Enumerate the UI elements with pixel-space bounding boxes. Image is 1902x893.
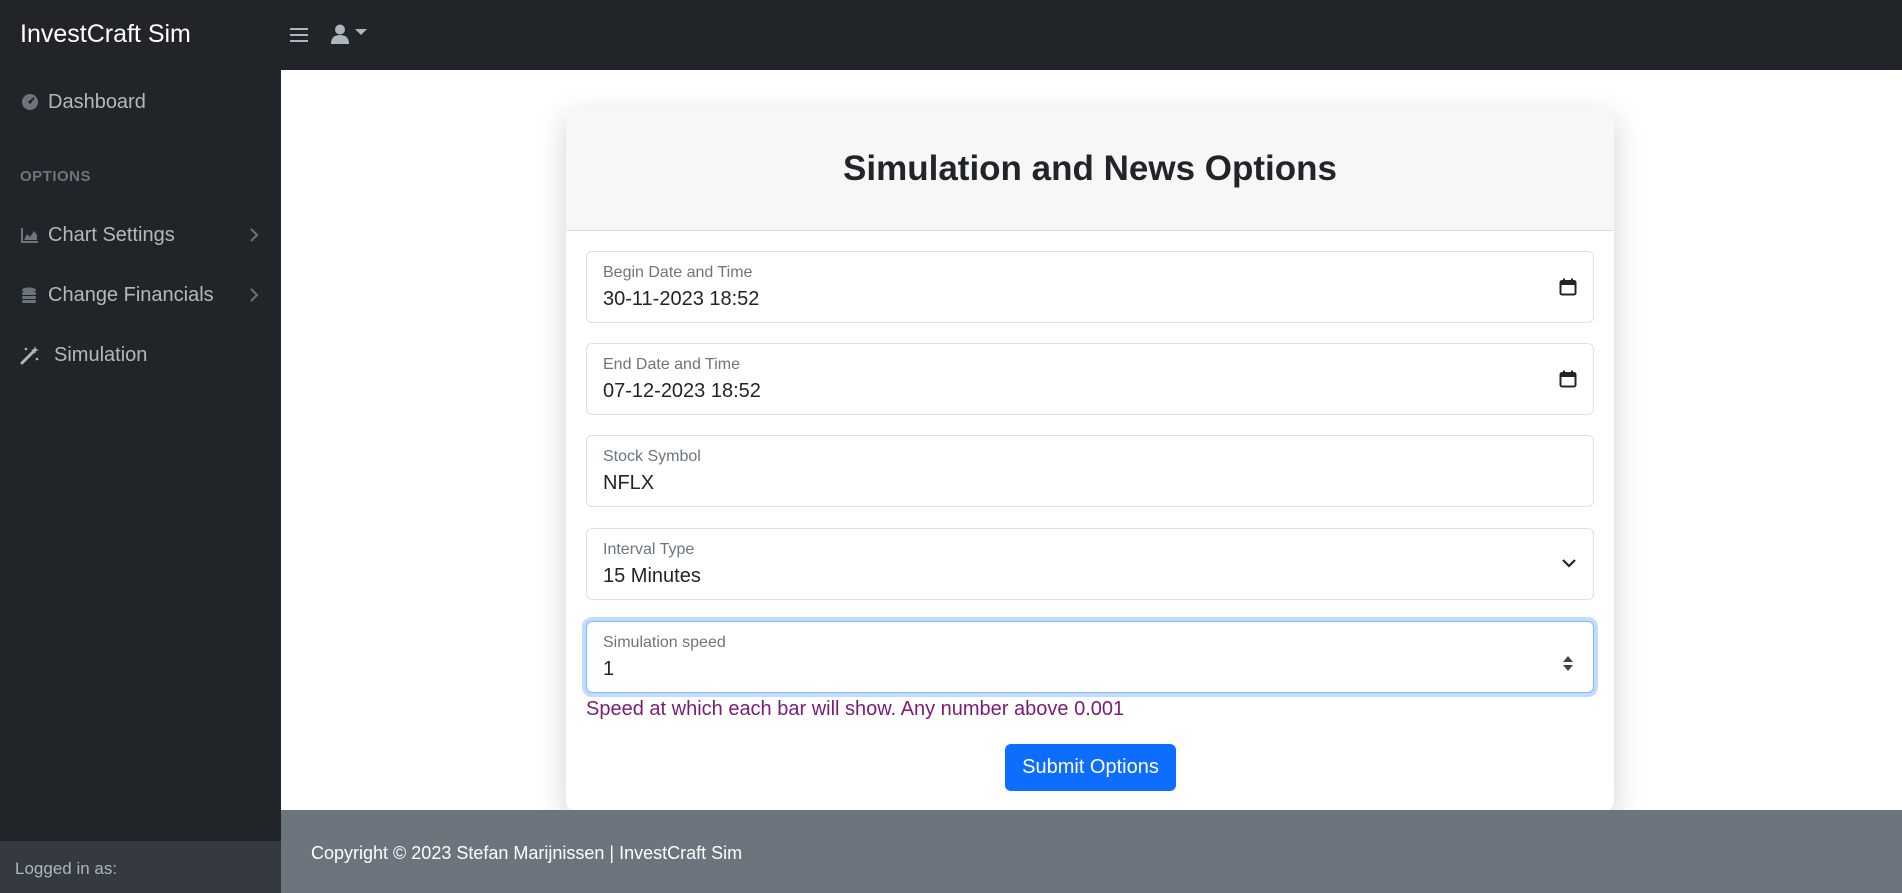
stock-symbol-field[interactable]: Stock Symbol NFLX [586, 435, 1594, 507]
card-header: Simulation and News Options [566, 108, 1614, 231]
dashboard-gauge-icon [20, 92, 40, 112]
sidebar-item-label: Dashboard [48, 90, 146, 113]
spinner-icon[interactable] [1563, 656, 1575, 671]
sidebar-toggle-button[interactable] [290, 24, 308, 44]
end-datetime-field[interactable]: End Date and Time 07-12-2023 18:52 [586, 343, 1594, 415]
copyright-text: Copyright © 2023 Stefan Marijnissen | In… [311, 843, 743, 863]
area-chart-icon [20, 225, 40, 245]
interval-type-select[interactable]: Interval Type 15 Minutes [586, 528, 1594, 600]
sidebar: Dashboard OPTIONS Chart Settings Change … [0, 70, 281, 893]
sidebar-item-label: Chart Settings [48, 223, 175, 246]
field-value[interactable]: 15 Minutes [603, 565, 1503, 588]
submit-options-button[interactable]: Submit Options [1005, 744, 1176, 791]
sidebar-item-label: Simulation [54, 343, 148, 366]
sidebar-item-simulation[interactable]: Simulation [0, 333, 281, 377]
simulation-speed-field[interactable]: Simulation speed 1 [586, 621, 1594, 693]
field-value[interactable]: NFLX [603, 472, 1503, 495]
user-menu-dropdown[interactable] [331, 24, 367, 44]
chevron-down-icon[interactable] [1561, 557, 1577, 569]
field-label: Stock Symbol [603, 448, 701, 465]
field-value[interactable]: 07-12-2023 18:52 [603, 380, 1503, 403]
user-icon [331, 24, 349, 44]
logged-in-status: Logged in as: [0, 841, 281, 893]
begin-datetime-field[interactable]: Begin Date and Time 30-11-2023 18:52 [586, 251, 1594, 323]
coins-icon [20, 285, 40, 305]
sidebar-section-heading: OPTIONS [20, 168, 92, 185]
field-value[interactable]: 30-11-2023 18:52 [603, 288, 1503, 311]
decrement-icon[interactable] [1563, 665, 1573, 671]
page-scrollbar[interactable] [1898, 70, 1902, 810]
calendar-icon[interactable] [1559, 278, 1577, 296]
sidebar-item-change-financials[interactable]: Change Financials [0, 273, 281, 317]
sidebar-item-dashboard[interactable]: Dashboard [0, 80, 281, 124]
sidebar-item-chart-settings[interactable]: Chart Settings [0, 213, 281, 257]
page-title: Simulation and News Options [843, 149, 1337, 188]
caret-down-icon [355, 29, 367, 35]
increment-icon[interactable] [1563, 656, 1573, 662]
field-value[interactable]: 1 [603, 658, 1503, 681]
field-label: Simulation speed [603, 634, 726, 651]
calendar-icon[interactable] [1559, 370, 1577, 388]
hamburger-icon [290, 28, 308, 30]
chevron-right-icon [250, 228, 259, 242]
sidebar-item-label: Change Financials [48, 283, 214, 306]
app-brand[interactable]: InvestCraft Sim [20, 20, 191, 49]
chevron-right-icon [250, 288, 259, 302]
field-label: Interval Type [603, 541, 695, 558]
speed-help-text: Speed at which each bar will show. Any n… [586, 698, 1125, 720]
top-navbar: InvestCraft Sim [0, 0, 1902, 70]
field-label: End Date and Time [603, 356, 740, 373]
options-card: Simulation and News Options Begin Date a… [566, 108, 1614, 810]
field-label: Begin Date and Time [603, 264, 753, 281]
magic-wand-icon [20, 345, 40, 365]
page-footer: Copyright © 2023 Stefan Marijnissen | In… [281, 810, 1902, 893]
